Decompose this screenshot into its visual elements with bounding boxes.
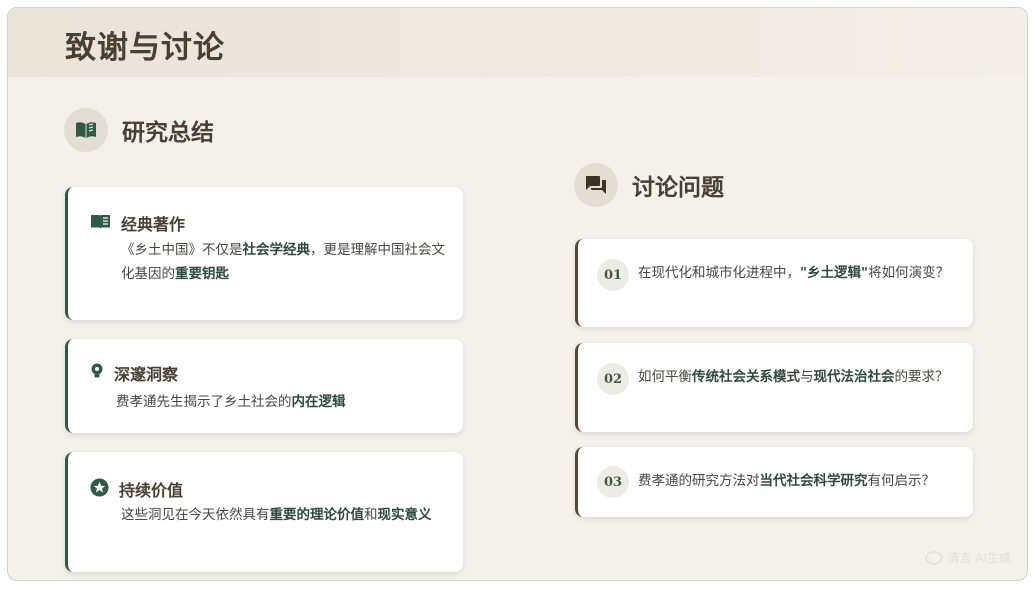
question-number: 03 xyxy=(597,466,629,498)
text-fragment: 和 xyxy=(364,507,378,523)
highlight-text: 社会学经典 xyxy=(242,242,311,258)
highlight-text: 传统社会关系模式 xyxy=(692,369,800,385)
watermark: 清言 AI生成 xyxy=(925,549,1011,566)
text-fragment: 费孝通先生揭示了乡土社会的 xyxy=(116,394,292,410)
text-fragment: 的要求？ xyxy=(894,369,949,385)
summary-section-header: 研究总结 xyxy=(64,108,214,152)
text-fragment: 将如何演变？ xyxy=(868,265,950,281)
card-body: 费孝通先生揭示了乡土社会的内在逻辑 xyxy=(116,390,441,414)
watermark-logo-icon xyxy=(925,550,944,565)
header-band: 致谢与讨论 xyxy=(8,8,1027,77)
highlight-text: 现实意义 xyxy=(377,507,432,523)
highlight-text: 现代法治社会 xyxy=(813,369,895,385)
question-number: 01 xyxy=(597,259,629,291)
question-card: 01 在现代化和城市化进程中，"乡土逻辑"将如何演变？ xyxy=(575,239,973,327)
highlight-text: 当代社会科学研究 xyxy=(759,473,868,489)
card-title: 经典著作 xyxy=(121,215,186,234)
discussion-section-title: 讨论问题 xyxy=(632,174,724,201)
question-text: 如何平衡传统社会关系模式与现代法治社会的要求？ xyxy=(638,365,958,389)
card-body: 这些洞见在今天依然具有重要的理论价值和现实意义 xyxy=(121,503,446,527)
discussion-section-header: 讨论问题 xyxy=(574,163,724,207)
summary-card-insight: 深邃洞察 费孝通先生揭示了乡土社会的内在逻辑 xyxy=(65,339,463,433)
question-card: 02 如何平衡传统社会关系模式与现代法治社会的要求？ xyxy=(575,343,973,432)
slide: 致谢与讨论 研究总结 经典著作 《乡土中国》不仅是社会学经典，更是理解中国社会文… xyxy=(7,7,1028,581)
question-card: 03 费孝通的研究方法对当代社会科学研究有何启示？ xyxy=(575,447,973,517)
watermark-text: 清言 AI生成 xyxy=(947,551,1011,565)
card-header: 深邃洞察 xyxy=(90,361,178,385)
chat-icon xyxy=(574,163,618,207)
card-title: 深邃洞察 xyxy=(114,365,179,384)
star-icon xyxy=(90,477,109,501)
summary-card-classic: 经典著作 《乡土中国》不仅是社会学经典，更是理解中国社会文化基因的重要钥匙 xyxy=(65,187,463,320)
question-text: 在现代化和城市化进程中，"乡土逻辑"将如何演变？ xyxy=(638,261,958,285)
card-body: 《乡土中国》不仅是社会学经典，更是理解中国社会文化基因的重要钥匙 xyxy=(121,238,446,286)
highlight-text: 重要的理论价值 xyxy=(269,507,365,523)
question-text: 费孝通的研究方法对当代社会科学研究有何启示？ xyxy=(638,469,968,493)
summary-section-title: 研究总结 xyxy=(122,119,214,146)
text-fragment: 如何平衡 xyxy=(638,369,692,385)
open-book-icon xyxy=(64,108,108,152)
card-header: 持续价值 xyxy=(90,477,183,501)
book-icon xyxy=(90,213,111,234)
question-number: 02 xyxy=(597,363,629,395)
highlight-text: "乡土逻辑" xyxy=(800,265,869,281)
highlight-text: 内在逻辑 xyxy=(291,394,346,410)
page-title: 致谢与讨论 xyxy=(65,30,225,66)
highlight-text: 重要钥匙 xyxy=(175,266,229,282)
text-fragment: 这些洞见在今天依然具有 xyxy=(121,507,270,523)
text-fragment: 与 xyxy=(800,369,814,385)
text-fragment: 费孝通的研究方法对 xyxy=(638,473,760,489)
card-title: 持续价值 xyxy=(119,481,184,500)
summary-card-value: 持续价值 这些洞见在今天依然具有重要的理论价值和现实意义 xyxy=(65,452,463,572)
card-header: 经典著作 xyxy=(90,211,185,235)
lightbulb-icon xyxy=(90,363,104,383)
text-fragment: 有何启示？ xyxy=(867,473,936,489)
text-fragment: 在现代化和城市化进程中， xyxy=(638,265,800,281)
text-fragment: 《乡土中国》不仅是 xyxy=(121,242,243,258)
